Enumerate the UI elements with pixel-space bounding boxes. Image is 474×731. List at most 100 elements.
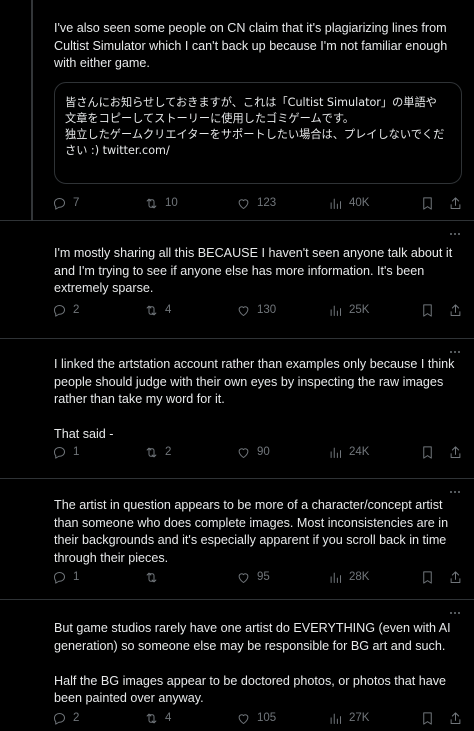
repost-icon [146,572,157,582]
tweet[interactable]: I linked the artstation account rather t… [0,339,474,479]
repost-count: 4 [165,304,172,316]
reply-icon [54,304,65,317]
share-button[interactable] [448,300,463,320]
share-button[interactable] [448,708,463,728]
more-icon [450,491,452,493]
tweet-actions: 7 10 123 40K [52,193,462,213]
bookmark-icon [423,303,432,317]
tweet[interactable]: The artist in question appears to be mor… [0,479,474,600]
bookmark-button[interactable] [420,193,435,213]
share-icon [450,570,461,583]
bookmark-button[interactable] [420,567,435,587]
views-button[interactable]: 27K [328,708,369,728]
share-icon [450,711,461,724]
view-count: 25K [349,304,370,316]
like-count: 123 [257,197,277,209]
views-icon [330,713,341,724]
reply-count: 7 [73,197,80,209]
bookmark-button[interactable] [420,300,435,320]
like-count: 130 [257,304,277,316]
views-icon [330,305,341,316]
like-button[interactable]: 95 [236,567,270,587]
view-count: 40K [349,197,370,209]
bookmark-icon [423,445,432,459]
share-button[interactable] [448,193,463,213]
tweet-actions: 2 4 105 27K [52,708,462,728]
tweet-text: I've also seen some people on CN claim t… [54,21,451,70]
view-count: 24K [349,446,370,458]
quoted-tweet[interactable]: 皆さんにお知らせしておきますが、これは「Cultist Simulator」の単… [54,82,462,184]
repost-button[interactable]: 4 [144,300,171,320]
repost-button[interactable]: 4 [144,708,171,728]
share-icon [450,196,461,209]
more-icon [450,233,452,235]
more-button[interactable] [448,608,462,618]
repost-button[interactable]: 10 [144,193,178,213]
more-button[interactable] [448,229,462,239]
reply-icon [54,571,65,584]
heart-icon [238,447,249,458]
like-button[interactable]: 130 [236,300,276,320]
reply-icon [54,197,65,210]
views-icon [330,572,341,583]
repost-icon [146,713,157,723]
like-button[interactable]: 105 [236,708,276,728]
reply-icon [54,446,65,459]
more-icon [450,351,452,353]
tweet[interactable]: I'm mostly sharing all this BECAUSE I ha… [0,221,474,339]
reply-button[interactable]: 7 [52,193,79,213]
repost-icon [146,447,157,457]
views-button[interactable]: 40K [328,193,369,213]
reply-button[interactable]: 1 [52,442,79,462]
bookmark-icon [423,570,432,584]
share-button[interactable] [448,442,463,462]
reply-icon [54,712,65,725]
tweet-actions: 2 4 130 25K [52,300,462,320]
like-button[interactable]: 123 [236,193,276,213]
heart-icon [238,198,249,209]
reply-count: 1 [73,446,80,458]
reply-button[interactable]: 1 [52,567,79,587]
reply-button[interactable]: 2 [52,300,79,320]
more-icon [450,612,452,614]
views-icon [330,198,341,209]
heart-icon [238,713,249,724]
share-icon [450,445,461,458]
like-button[interactable]: 90 [236,442,270,462]
thread-line [31,0,33,221]
tweet-text: I linked the artstation account rather t… [54,357,455,441]
thread: I've also seen some people on CN claim t… [0,0,474,731]
views-button[interactable]: 24K [328,442,369,462]
reply-button[interactable]: 2 [52,708,79,728]
share-button[interactable] [448,567,463,587]
bookmark-button[interactable] [420,442,435,462]
tweet-text: The artist in question appears to be mor… [54,498,452,565]
view-count: 27K [349,712,370,724]
heart-icon [238,572,249,583]
tweet-actions: 1 95 28K [52,567,462,587]
bookmark-button[interactable] [420,708,435,728]
tweet-text: I'm mostly sharing all this BECAUSE I ha… [54,246,456,295]
repost-button[interactable] [144,567,165,587]
repost-button[interactable]: 2 [144,442,171,462]
views-button[interactable]: 28K [328,567,369,587]
like-count: 105 [257,712,277,724]
reply-count: 1 [73,571,80,583]
share-icon [450,303,461,316]
heart-icon [238,305,249,316]
tweet-actions: 1 2 90 24K [52,442,462,462]
repost-count: 2 [165,446,172,458]
tweet[interactable]: I've also seen some people on CN claim t… [0,0,474,221]
more-button[interactable] [448,487,462,497]
tweet-text: But game studios rarely have one artist … [54,621,451,705]
repost-count: 10 [165,197,178,209]
views-icon [330,447,341,458]
view-count: 28K [349,571,370,583]
tweet[interactable]: But game studios rarely have one artist … [0,600,474,731]
repost-icon [146,198,157,208]
bookmark-icon [423,711,432,725]
repost-icon [146,305,157,315]
repost-count: 4 [165,712,172,724]
views-button[interactable]: 25K [328,300,369,320]
reply-count: 2 [73,712,80,724]
